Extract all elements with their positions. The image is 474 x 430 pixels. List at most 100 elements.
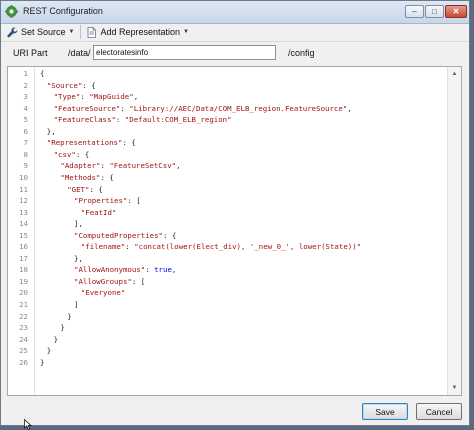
line-number: 20 bbox=[19, 288, 28, 298]
maximize-button[interactable]: □ bbox=[425, 5, 444, 18]
line-number: 19 bbox=[19, 276, 28, 286]
code-token: "Representations" bbox=[46, 138, 123, 148]
code-token: "Source" bbox=[46, 80, 83, 90]
line-number: 18 bbox=[19, 265, 28, 275]
code-token: } bbox=[67, 311, 72, 321]
uri-part-row: URI Part /data/ /config bbox=[1, 45, 469, 61]
code-text: "Properties": [ bbox=[74, 195, 141, 207]
code-token: "ComputedProperties" bbox=[74, 230, 163, 240]
dialog-footer: Save Cancel bbox=[1, 398, 469, 424]
code-token: "AllowAnonymous" bbox=[74, 265, 146, 275]
code-text: { bbox=[40, 68, 44, 80]
vertical-scrollbar[interactable]: ▲ ▼ bbox=[447, 67, 461, 395]
code-token: }, bbox=[74, 253, 83, 263]
line-number: 25 bbox=[19, 346, 28, 356]
code-token: } bbox=[53, 334, 59, 344]
json-editor[interactable]: 1{2 "Source": {3 "Type": "MapGuide", 4 "Feat… bbox=[7, 66, 462, 396]
code-text: "Source": { bbox=[47, 80, 96, 92]
code-text: ], bbox=[74, 218, 83, 230]
code-token: "GET" bbox=[67, 184, 90, 194]
code-token: "Methods" bbox=[60, 172, 101, 182]
line-number: 8 bbox=[23, 149, 28, 159]
code-line: 4 "FeatureSource": "Library://AEC/Data/CO… bbox=[8, 103, 447, 115]
app-icon bbox=[5, 5, 18, 18]
code-text: }, bbox=[47, 126, 56, 138]
code-token: : bbox=[145, 265, 155, 275]
code-token: : bbox=[120, 103, 130, 113]
window-title: REST Configuration bbox=[23, 6, 103, 16]
code-token: : { bbox=[122, 138, 136, 148]
chevron-down-icon: ▼ bbox=[183, 29, 189, 35]
code-text: ] bbox=[74, 299, 78, 311]
cancel-button[interactable]: Cancel bbox=[416, 403, 462, 420]
code-token: "filename" bbox=[80, 242, 126, 252]
code-token: : [ bbox=[127, 196, 141, 206]
toolbar-separator bbox=[80, 25, 82, 39]
chevron-down-icon: ▼ bbox=[68, 29, 75, 35]
set-source-button[interactable]: Set Source ▼ bbox=[5, 24, 76, 40]
code-line: 20 "Everyone" bbox=[8, 287, 447, 299]
line-number: 2 bbox=[23, 80, 28, 90]
code-token: "Properties" bbox=[74, 196, 128, 206]
code-line: 23} bbox=[8, 322, 447, 334]
code-text: } bbox=[67, 311, 71, 323]
line-number: 23 bbox=[19, 323, 28, 333]
code-token: : { bbox=[75, 149, 90, 159]
code-line: 24} bbox=[8, 334, 447, 346]
code-token: "Type" bbox=[53, 92, 81, 102]
scroll-down-icon[interactable]: ▼ bbox=[449, 382, 460, 394]
code-token: } bbox=[60, 323, 65, 333]
code-text: "ComputedProperties": { bbox=[74, 230, 176, 242]
code-text: }, bbox=[74, 253, 83, 265]
code-line: 22} bbox=[8, 311, 447, 323]
code-token: : [ bbox=[131, 276, 146, 286]
line-number: 12 bbox=[19, 196, 28, 206]
line-number: 10 bbox=[19, 172, 28, 182]
code-token: "FeatureClass" bbox=[53, 115, 116, 125]
save-button[interactable]: Save bbox=[362, 403, 408, 420]
line-number: 17 bbox=[19, 253, 28, 263]
code-token: , bbox=[171, 265, 177, 275]
uri-prefix: /data/ bbox=[68, 48, 91, 58]
code-token: , bbox=[133, 92, 139, 102]
line-number: 1 bbox=[23, 69, 28, 78]
title-bar[interactable]: REST Configuration – □ ✕ bbox=[1, 1, 469, 24]
code-line: 6}, bbox=[8, 126, 447, 138]
close-button[interactable]: ✕ bbox=[445, 5, 467, 18]
line-number: 3 bbox=[23, 92, 28, 102]
code-token: ] bbox=[74, 300, 79, 309]
code-text: "FeatureClass": "Default:COM_ELB_region" bbox=[54, 114, 232, 126]
code-line: 25} bbox=[8, 345, 447, 357]
code-line: 1{ bbox=[8, 68, 447, 80]
code-text: "FeatureSource": "Library://AEC/Data/COM… bbox=[54, 103, 352, 115]
code-text: "Methods": { bbox=[60, 172, 113, 184]
line-number: 21 bbox=[19, 300, 28, 309]
code-line: 5 "FeatureClass": "Default:COM_ELB_region… bbox=[8, 114, 447, 126]
code-text: "Type": "MapGuide", bbox=[54, 91, 139, 103]
code-text: "Everyone" bbox=[81, 287, 126, 299]
set-source-label: Set Source bbox=[21, 27, 66, 37]
code-text: "Adapter": "FeatureSetCsv", bbox=[60, 160, 180, 172]
code-token: : bbox=[115, 115, 125, 125]
code-token: "Default:COM_ELB_region" bbox=[124, 115, 232, 125]
uri-part-input[interactable] bbox=[93, 45, 276, 60]
minimize-button[interactable]: – bbox=[405, 5, 424, 18]
code-token: : { bbox=[89, 184, 103, 194]
line-number: 7 bbox=[23, 138, 28, 148]
code-token: : bbox=[125, 242, 135, 252]
line-number: 11 bbox=[19, 184, 28, 194]
code-line: 18 "AllowAnonymous": true, bbox=[8, 264, 447, 276]
code-line: 11 "GET": { bbox=[8, 184, 447, 196]
code-line: 2 "Source": { bbox=[8, 80, 447, 92]
mouse-pointer-icon bbox=[24, 419, 32, 430]
code-token: "AllowGroups" bbox=[74, 276, 132, 286]
rest-configuration-window: REST Configuration – □ ✕ Set Source ▼ Ad… bbox=[0, 0, 470, 426]
code-text: } bbox=[40, 357, 44, 369]
code-line: 16 "filename": "concat(lower(Elect_div), … bbox=[8, 241, 447, 253]
line-number: 4 bbox=[23, 103, 28, 113]
code-token: : { bbox=[163, 230, 177, 240]
add-representation-button[interactable]: Add Representation ▼ bbox=[84, 24, 191, 40]
code-area[interactable]: 1{2 "Source": {3 "Type": "MapGuide", 4 "Feat… bbox=[8, 67, 447, 395]
scroll-up-icon[interactable]: ▲ bbox=[449, 68, 460, 80]
code-line: 9 "Adapter": "FeatureSetCsv", bbox=[8, 160, 447, 172]
